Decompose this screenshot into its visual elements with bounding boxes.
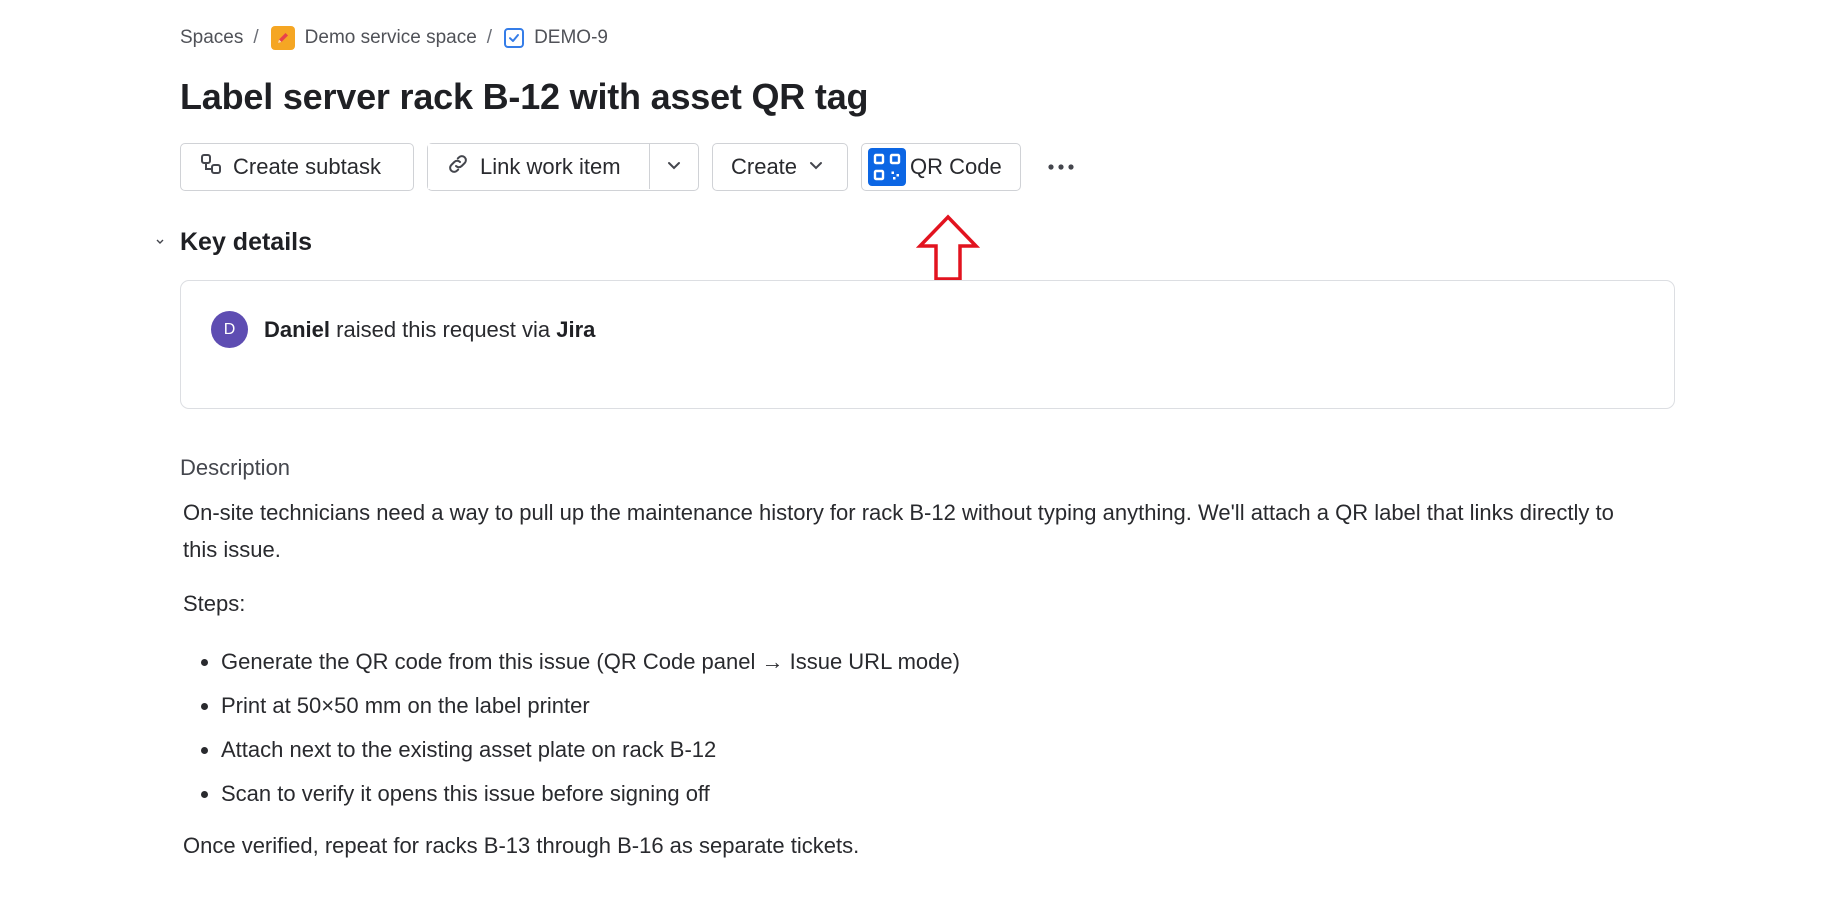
subtask-icon xyxy=(199,152,223,182)
annotation-arrow-up-icon xyxy=(915,214,981,287)
request-channel: Jira xyxy=(556,317,596,342)
list-item: Generate the QR code from this issue (QR… xyxy=(221,645,960,689)
request-source-text: Daniel raised this request via Jira xyxy=(264,317,595,343)
list-item: Print at 50×50 mm on the label printer xyxy=(221,689,960,733)
description-closing: Once verified, repeat for racks B-13 thr… xyxy=(183,833,860,858)
create-subtask-button[interactable]: Create subtask xyxy=(180,143,414,191)
description-intro[interactable]: On-site technicians need a way to pull u… xyxy=(183,494,1623,568)
create-subtask-label: Create subtask xyxy=(233,154,381,179)
breadcrumb-space-label: Demo service space xyxy=(304,27,477,48)
request-details-card: D Daniel raised this request via Jira xyxy=(180,280,1675,409)
task-checkbox-icon xyxy=(504,28,525,48)
issue-toolbar: Create subtask Link work item Create QR xyxy=(180,143,1079,191)
space-pencil-icon xyxy=(270,26,295,50)
breadcrumb-issue-link[interactable]: DEMO-9 xyxy=(504,27,608,49)
more-actions-button[interactable] xyxy=(1043,149,1079,185)
chevron-down-icon xyxy=(665,154,683,180)
breadcrumb-separator: / xyxy=(486,27,493,48)
ellipsis-icon xyxy=(1048,164,1074,170)
link-icon xyxy=(446,152,470,182)
list-item: Attach next to the existing asset plate … xyxy=(221,733,960,777)
qr-code-label: QR Code xyxy=(910,154,1002,179)
link-work-item-button[interactable]: Link work item xyxy=(428,144,650,189)
description-intro-text: On-site technicians need a way to pull u… xyxy=(183,500,1614,562)
steps-label: Steps: xyxy=(183,591,246,616)
avatar[interactable]: D xyxy=(211,311,248,348)
link-work-item-split-button: Link work item xyxy=(427,143,699,191)
list-item: Scan to verify it opens this issue befor… xyxy=(221,777,960,821)
collapse-caret-icon[interactable] xyxy=(156,238,164,246)
page-title[interactable]: Label server rack B-12 with asset QR tag xyxy=(180,76,869,118)
raised-via-text: raised this request via xyxy=(330,317,557,342)
chevron-down-icon xyxy=(807,154,825,180)
create-label: Create xyxy=(731,154,798,179)
requester-name[interactable]: Daniel xyxy=(264,317,330,342)
link-work-item-dropdown-button[interactable] xyxy=(650,144,698,189)
breadcrumb-separator: / xyxy=(253,27,259,48)
qr-code-button[interactable]: QR Code xyxy=(861,143,1021,191)
create-dropdown-button[interactable]: Create xyxy=(712,143,848,191)
breadcrumb-issue-key: DEMO-9 xyxy=(534,27,608,48)
breadcrumb-space-link[interactable]: Demo service space xyxy=(270,26,477,50)
key-details-heading: Key details xyxy=(180,228,313,256)
description-label: Description xyxy=(180,455,291,480)
qr-code-icon xyxy=(868,148,906,186)
breadcrumb: Spaces / Demo service space / DEMO-9 xyxy=(180,26,608,50)
link-work-item-label: Link work item xyxy=(480,153,621,179)
steps-list: Generate the QR code from this issue (QR… xyxy=(183,645,960,821)
breadcrumb-spaces-link[interactable]: Spaces xyxy=(180,27,243,49)
